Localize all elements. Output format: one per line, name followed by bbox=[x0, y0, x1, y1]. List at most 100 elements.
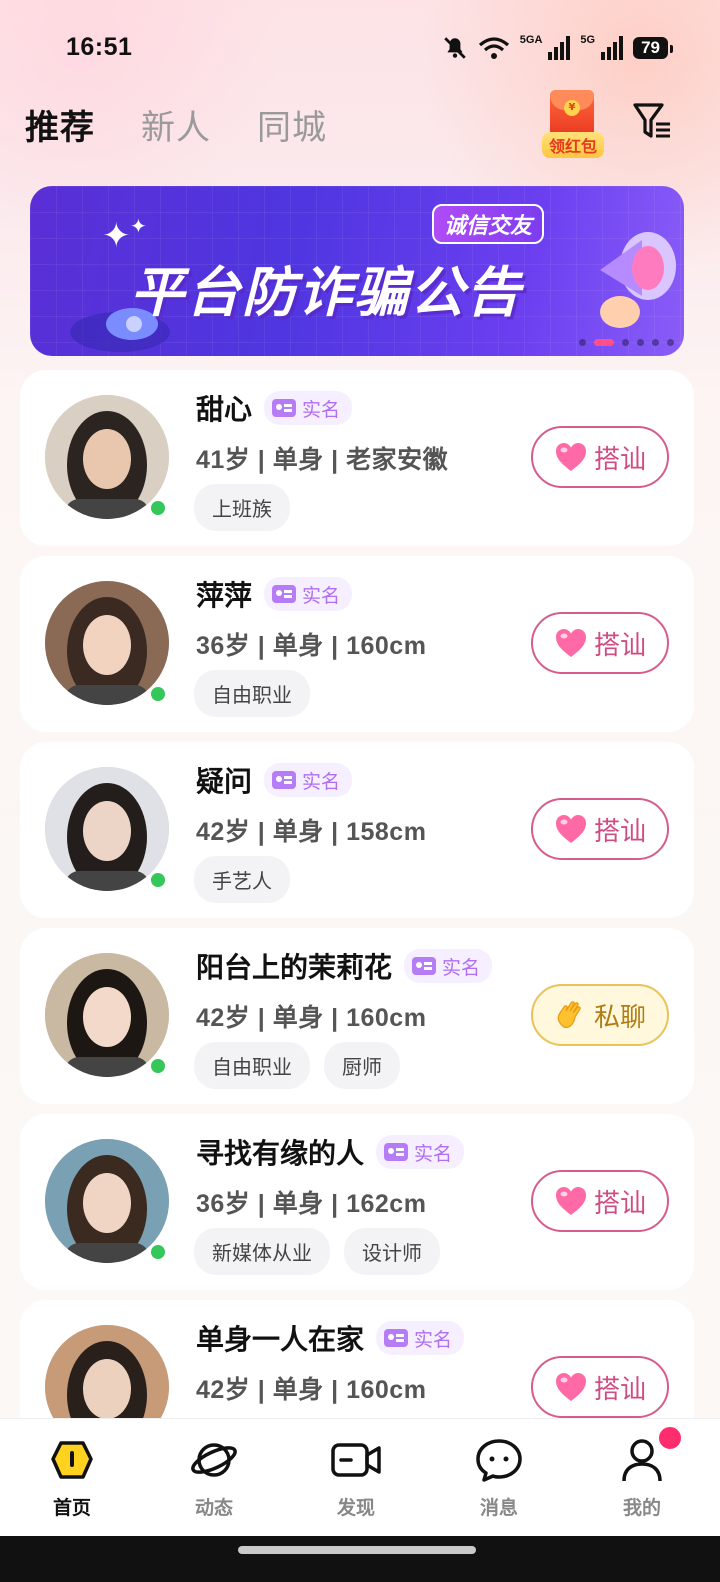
verified-label: 实名 bbox=[414, 1142, 453, 1165]
verified-badge: 实名 bbox=[264, 391, 353, 425]
greet-button[interactable]: 搭讪 bbox=[531, 426, 669, 488]
name-row: 单身一人在家 实名 bbox=[196, 1318, 465, 1358]
announcement-banner[interactable]: ✦ ✦ 平台防诈骗公告 诚信交友 bbox=[30, 186, 684, 356]
tag-list: 手艺人 bbox=[194, 856, 290, 903]
online-status-dot bbox=[148, 1056, 168, 1076]
user-card[interactable]: 寻找有缘的人 实名 36岁 | 单身 | 162cm 新媒体从业 设计师 搭讪 bbox=[20, 1114, 694, 1290]
private-chat-button[interactable]: 私聊 bbox=[531, 984, 669, 1046]
verified-label: 实名 bbox=[302, 398, 341, 421]
coin-icon: ¥ bbox=[564, 100, 580, 116]
tag-list: 自由职业 厨师 bbox=[194, 1042, 400, 1089]
heart-icon bbox=[555, 1187, 586, 1215]
signal-label-2: 5G bbox=[580, 34, 596, 46]
greet-button[interactable]: 搭讪 bbox=[531, 1356, 669, 1418]
notification-badge bbox=[656, 1424, 684, 1452]
home-indicator[interactable] bbox=[238, 1546, 476, 1554]
verified-badge: 实名 bbox=[376, 1135, 465, 1169]
red-packet-button[interactable]: ¥ 领红包 bbox=[542, 90, 604, 158]
tab-same-city[interactable]: 同城 bbox=[257, 100, 327, 149]
signal-icon-2 bbox=[601, 36, 624, 60]
nav-home[interactable]: 首页 bbox=[22, 1437, 122, 1520]
user-card[interactable]: 阳台上的茉莉花 实名 42岁 | 单身 | 160cm 自由职业 厨师 私聊 bbox=[20, 928, 694, 1104]
occupation-tag: 自由职业 bbox=[194, 1042, 310, 1089]
nav-label-discover: 发现 bbox=[336, 1497, 375, 1519]
tag-list: 上班族 bbox=[194, 484, 290, 531]
action-label: 搭讪 bbox=[593, 630, 646, 661]
banner-dot bbox=[652, 339, 659, 346]
verified-label: 实名 bbox=[414, 1328, 453, 1351]
sparkle-small-icon: ✦ bbox=[130, 214, 147, 238]
name-row: 阳台上的茉莉花 实名 bbox=[196, 946, 493, 986]
red-packet-label: 领红包 bbox=[542, 132, 604, 158]
system-nav-bar bbox=[0, 1536, 720, 1582]
online-status-dot bbox=[148, 498, 168, 518]
status-bar: 16:51 5GA 5G 79 bbox=[0, 0, 720, 96]
verified-badge: 实名 bbox=[264, 763, 353, 797]
verified-badge: 实名 bbox=[404, 949, 493, 983]
banner-dot bbox=[637, 339, 644, 346]
occupation-tag: 设计师 bbox=[344, 1228, 440, 1275]
verified-label: 实名 bbox=[302, 584, 341, 607]
greet-button[interactable]: 搭讪 bbox=[531, 798, 669, 860]
banner-pagination bbox=[579, 339, 674, 346]
filter-icon[interactable] bbox=[632, 100, 674, 144]
occupation-tag: 新媒体从业 bbox=[194, 1228, 330, 1275]
heart-icon bbox=[555, 443, 586, 471]
id-card-icon bbox=[412, 957, 437, 975]
tab-newcomers[interactable]: 新人 bbox=[141, 100, 211, 149]
wave-hand-icon bbox=[557, 1001, 581, 1028]
name-row: 甜心 实名 bbox=[196, 388, 353, 428]
video-icon bbox=[331, 1443, 381, 1477]
name-row: 寻找有缘的人 实名 bbox=[196, 1132, 465, 1172]
nav-messages[interactable]: 消息 bbox=[449, 1437, 549, 1520]
id-card-icon bbox=[272, 585, 297, 603]
name-row: 疑问 实名 bbox=[196, 760, 353, 800]
occupation-tag: 自由职业 bbox=[194, 670, 310, 717]
banner-dot bbox=[622, 339, 629, 346]
greet-button[interactable]: 搭讪 bbox=[531, 1170, 669, 1232]
user-card[interactable]: 疑问 实名 42岁 | 单身 | 158cm 手艺人 搭讪 bbox=[20, 742, 694, 918]
banner-dot bbox=[579, 339, 586, 346]
user-card[interactable]: 萍萍 实名 36岁 | 单身 | 160cm 自由职业 搭讪 bbox=[20, 556, 694, 732]
tag-list: 自由职业 bbox=[194, 670, 310, 717]
user-name: 甜心 bbox=[196, 393, 253, 426]
tab-recommend[interactable]: 推荐 bbox=[25, 100, 95, 149]
heart-icon bbox=[555, 815, 586, 843]
online-status-dot bbox=[148, 1242, 168, 1262]
id-card-icon bbox=[384, 1329, 409, 1347]
megaphone-icon bbox=[600, 232, 676, 328]
id-card-icon bbox=[384, 1143, 409, 1161]
status-time: 16:51 bbox=[66, 33, 133, 61]
greet-button[interactable]: 搭讪 bbox=[531, 612, 669, 674]
heart-icon bbox=[555, 1373, 586, 1401]
user-info: 42岁 | 单身 | 160cm bbox=[196, 1004, 427, 1032]
action-label: 搭讪 bbox=[593, 1188, 646, 1219]
user-info: 42岁 | 单身 | 160cm bbox=[196, 1376, 427, 1404]
occupation-tag: 上班族 bbox=[194, 484, 290, 531]
wifi-icon bbox=[478, 37, 509, 59]
status-icons: 5GA 5G 79 bbox=[442, 34, 673, 62]
banner-badge: 诚信交友 bbox=[432, 204, 545, 244]
action-label: 搭讪 bbox=[593, 816, 646, 847]
occupation-tag: 厨师 bbox=[324, 1042, 400, 1089]
nav-label-home: 首页 bbox=[52, 1497, 91, 1519]
nav-moments[interactable]: 动态 bbox=[164, 1437, 264, 1520]
planet-icon bbox=[191, 1443, 237, 1477]
banner-title: 平台防诈骗公告 bbox=[130, 261, 522, 324]
name-row: 萍萍 实名 bbox=[196, 574, 353, 614]
online-status-dot bbox=[148, 684, 168, 704]
verified-badge: 实名 bbox=[264, 577, 353, 611]
message-icon bbox=[476, 1439, 522, 1482]
banner-dot bbox=[667, 339, 674, 346]
verified-label: 实名 bbox=[442, 956, 481, 979]
user-card[interactable]: 甜心 实名 41岁 | 单身 | 老家安徽 上班族 搭讪 bbox=[20, 370, 694, 546]
action-label: 搭讪 bbox=[593, 1374, 646, 1405]
nav-label-moments: 动态 bbox=[194, 1497, 233, 1519]
bottom-nav: 首页 动态 发现 消息 我的 bbox=[0, 1418, 720, 1536]
verified-label: 实名 bbox=[302, 770, 341, 793]
user-name: 萍萍 bbox=[196, 579, 253, 612]
user-info: 36岁 | 单身 | 162cm bbox=[196, 1190, 427, 1218]
user-info: 42岁 | 单身 | 158cm bbox=[196, 818, 427, 846]
sparkle-icon: ✦ bbox=[102, 216, 131, 256]
nav-discover[interactable]: 发现 bbox=[306, 1437, 406, 1520]
